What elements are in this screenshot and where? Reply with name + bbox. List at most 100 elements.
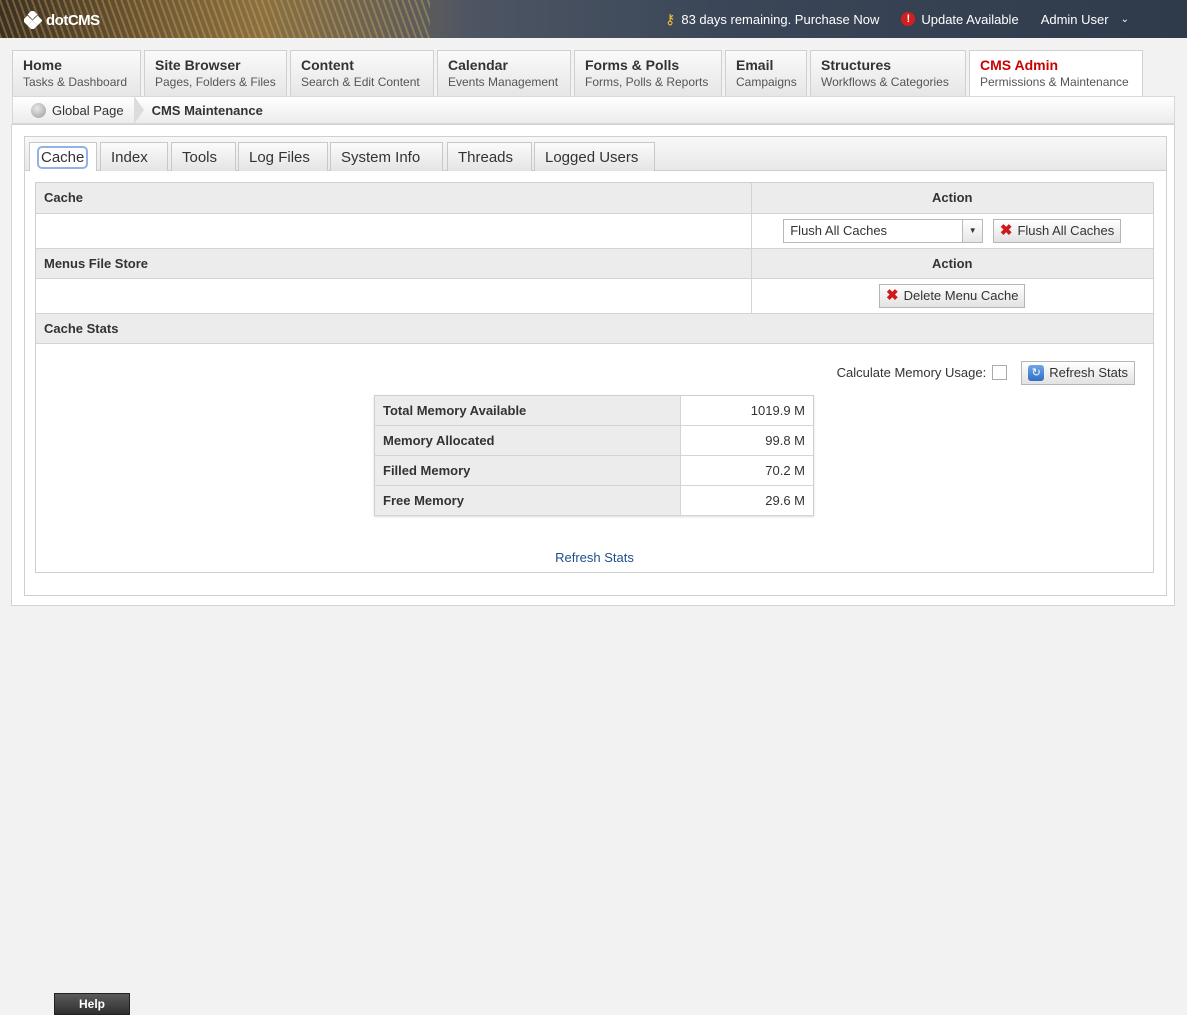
key-icon: ⚷	[665, 10, 676, 27]
nav-tab-title: Site Browser	[155, 57, 241, 73]
menus-action-cell: ✖ Delete Menu Cache	[750, 278, 1153, 314]
nav-tab-calendar[interactable]: Calendar Events Management	[437, 50, 571, 96]
tab-log-files[interactable]: Log Files	[238, 142, 328, 171]
nav-tab-subtitle: Pages, Folders & Files	[155, 75, 276, 89]
breadcrumb-root[interactable]: Global Page	[13, 96, 144, 124]
nav-tab-site-browser[interactable]: Site Browser Pages, Folders & Files	[144, 50, 287, 96]
stat-value: 70.2 M	[680, 455, 814, 486]
tab-tools[interactable]: Tools	[171, 142, 236, 171]
nav-tab-subtitle: Events Management	[448, 75, 559, 89]
tab-logged-users[interactable]: Logged Users	[534, 142, 655, 171]
nav-tab-subtitle: Tasks & Dashboard	[23, 75, 128, 89]
update-text: Update Available	[921, 11, 1019, 27]
nav-tab-subtitle: Permissions & Maintenance	[980, 75, 1129, 89]
logo-text: dotCMS	[46, 11, 100, 29]
stat-value: 1019.9 M	[680, 395, 814, 426]
refresh-stats-link-row: Refresh Stats	[36, 550, 1153, 565]
breadcrumb-current: CMS Maintenance	[144, 96, 263, 124]
delete-menu-label: Delete Menu Cache	[903, 288, 1019, 303]
alert-icon: !	[901, 12, 916, 26]
stat-label: Filled Memory	[374, 455, 681, 486]
flush-all-caches-button[interactable]: ✖ Flush All Caches	[992, 218, 1122, 243]
nav-tab-title: Forms & Polls	[585, 57, 680, 73]
tab-threads[interactable]: Threads	[447, 142, 532, 171]
stat-value: 99.8 M	[680, 425, 814, 456]
memory-stats-table: Total Memory Available 1019.9 M Memory A…	[374, 394, 814, 516]
user-menu[interactable]: Admin User ⌄	[1041, 12, 1129, 27]
nav-tab-email[interactable]: Email Campaigns	[725, 50, 807, 96]
breadcrumb: Global Page CMS Maintenance	[12, 96, 1175, 124]
nav-tab-forms-polls[interactable]: Forms & Polls Forms, Polls & Reports	[574, 50, 722, 96]
cache-stats-area: Calculate Memory Usage: ↻ Refresh Stats …	[36, 344, 1153, 573]
tab-cache[interactable]: Cache	[29, 142, 97, 171]
cache-select-value: Flush All Caches	[790, 223, 888, 238]
cache-header: Cache	[36, 183, 751, 214]
refresh-stats-label: Refresh Stats	[1049, 365, 1128, 380]
help-label: Help	[78, 997, 105, 1011]
table-row: Free Memory 29.6 M	[374, 485, 814, 516]
dropdown-arrow-icon[interactable]: ▼	[962, 219, 983, 242]
tab-index[interactable]: Index	[100, 142, 168, 171]
cache-table: Cache Action Flush All Caches ▼ ✖ Flush …	[36, 183, 1153, 344]
globe-icon	[31, 102, 46, 118]
tab-label: Cache	[36, 146, 89, 169]
calculate-memory-label: Calculate Memory Usage:	[836, 365, 987, 380]
logo-icon	[24, 11, 42, 29]
tab-label: Index	[111, 149, 148, 166]
tab-label: Log Files	[249, 149, 310, 166]
refresh-icon: ↻	[1028, 364, 1045, 381]
update-notice[interactable]: ! Update Available	[901, 11, 1019, 27]
main-panel: Cache Index Tools Log Files System Info …	[11, 124, 1175, 606]
table-row: Total Memory Available 1019.9 M	[374, 395, 814, 426]
top-right-menu: ⚷ 83 days remaining. Purchase Now ! Upda…	[665, 0, 1129, 38]
tab-label: Tools	[182, 149, 218, 166]
nav-tab-title: Structures	[821, 57, 892, 73]
maintenance-container: Cache Index Tools Log Files System Info …	[24, 136, 1167, 596]
nav-tab-content[interactable]: Content Search & Edit Content	[290, 50, 434, 96]
nav-tab-title: Home	[23, 57, 62, 73]
menus-action-header: Action	[750, 248, 1153, 279]
cache-select[interactable]: Flush All Caches ▼	[783, 218, 984, 243]
calculate-memory-row: Calculate Memory Usage: ↻ Refresh Stats	[836, 360, 1135, 385]
delete-menu-cache-button[interactable]: ✖ Delete Menu Cache	[879, 283, 1026, 308]
stat-label: Free Memory	[374, 485, 681, 516]
tab-label: System Info	[341, 149, 421, 166]
tab-label: Logged Users	[545, 149, 639, 166]
stat-label: Total Memory Available	[374, 395, 681, 426]
refresh-stats-link[interactable]: Refresh Stats	[555, 550, 634, 565]
nav-tab-title: CMS Admin	[980, 57, 1059, 73]
nav-tab-title: Content	[301, 57, 354, 73]
cache-action-cell: Flush All Caches ▼ ✖ Flush All Caches	[750, 213, 1153, 249]
nav-tab-title: Email	[736, 57, 774, 73]
nav-tab-title: Calendar	[448, 57, 508, 73]
cache-action-header: Action	[750, 183, 1153, 214]
nav-tab-home[interactable]: Home Tasks & Dashboard	[12, 50, 141, 96]
maintenance-tabs: Cache Index Tools Log Files System Info …	[25, 137, 1166, 171]
delete-x-icon: ✖	[999, 222, 1013, 239]
breadcrumb-root-label: Global Page	[52, 102, 124, 118]
nav-tab-structures[interactable]: Structures Workflows & Categories	[810, 50, 966, 96]
cache-stats-header: Cache Stats	[36, 313, 1153, 344]
cache-tab-content: Cache Action Flush All Caches ▼ ✖ Flush …	[35, 182, 1154, 573]
tab-system-info[interactable]: System Info	[330, 142, 443, 171]
refresh-stats-button[interactable]: ↻ Refresh Stats	[1021, 360, 1135, 385]
table-row: Memory Allocated 99.8 M	[374, 425, 814, 456]
nav-tab-cms-admin[interactable]: CMS Admin Permissions & Maintenance	[969, 50, 1143, 96]
stat-label: Memory Allocated	[374, 425, 681, 456]
calculate-memory-checkbox[interactable]	[992, 365, 1008, 380]
main-nav: Home Tasks & Dashboard Site Browser Page…	[12, 50, 1143, 96]
help-button[interactable]: Help	[54, 993, 130, 1015]
nav-tab-subtitle: Search & Edit Content	[301, 75, 420, 89]
stat-value: 29.6 M	[680, 485, 814, 516]
table-row: Filled Memory 70.2 M	[374, 455, 814, 486]
cache-empty-cell	[36, 213, 751, 249]
tab-label: Threads	[458, 149, 514, 166]
dotcms-logo[interactable]: dotCMS	[24, 10, 100, 30]
user-name: Admin User	[1040, 11, 1109, 27]
nav-tab-subtitle: Workflows & Categories	[821, 75, 949, 89]
top-banner: dotCMS ⚷ 83 days remaining. Purchase Now…	[0, 0, 1187, 38]
nav-tab-subtitle: Forms, Polls & Reports	[585, 75, 709, 89]
menus-file-store-header: Menus File Store	[36, 248, 751, 279]
menus-empty-cell	[36, 278, 751, 314]
license-notice[interactable]: ⚷ 83 days remaining. Purchase Now	[665, 11, 879, 28]
